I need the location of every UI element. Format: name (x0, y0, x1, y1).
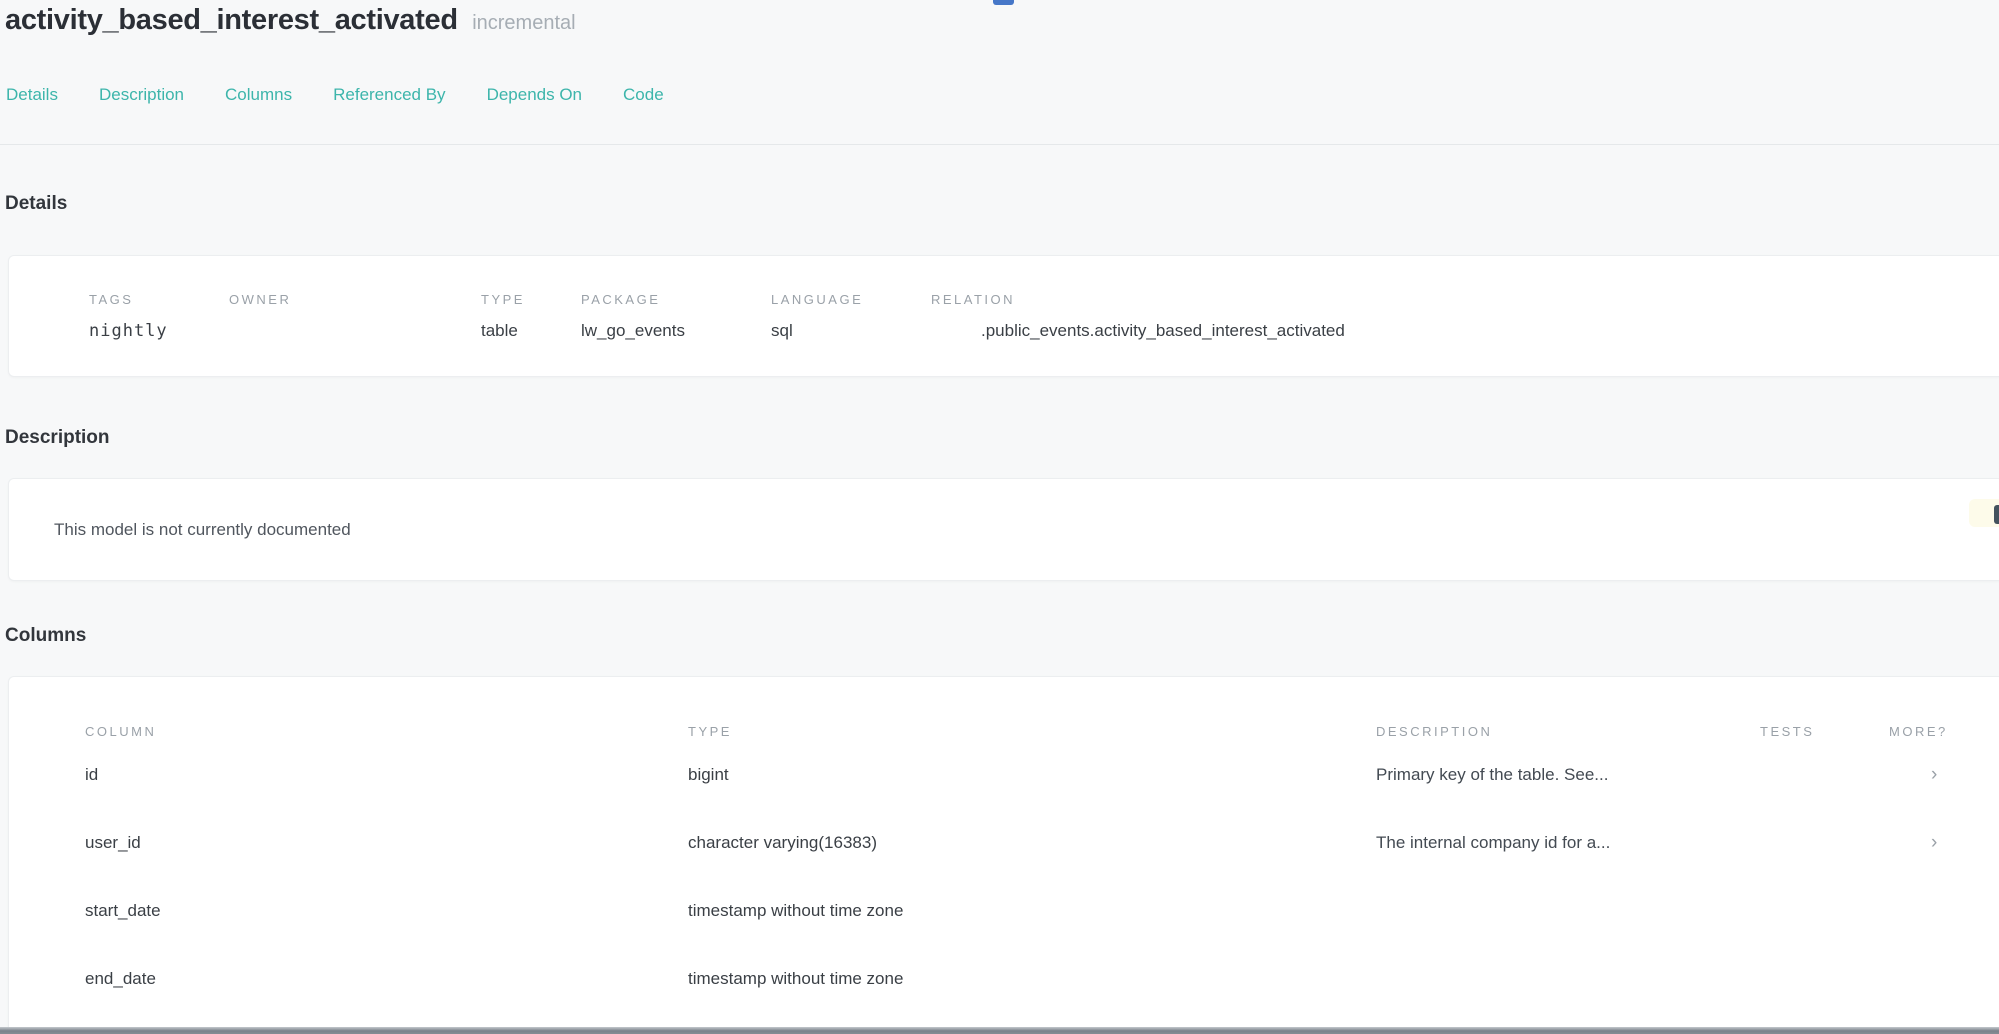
field-relation-value: .public_events.activity_based_interest_a… (931, 321, 1345, 341)
field-tags: TAGS nightly (89, 292, 229, 341)
details-section-heading: Details (5, 193, 67, 215)
column-header-type: TYPE (688, 724, 1376, 739)
top-edge-clipped-link-fragment (993, 0, 1014, 5)
cell-column-name: id (85, 765, 688, 785)
columns-card: COLUMN TYPE DESCRIPTION TESTS MORE? id b… (8, 676, 1999, 1034)
cell-column-name: end_date (85, 969, 688, 989)
header-divider (0, 144, 1999, 145)
expand-row-chevron-icon[interactable]: › (1889, 764, 1999, 786)
column-header-description: DESCRIPTION (1376, 724, 1760, 739)
field-language-value: sql (771, 321, 931, 341)
field-package-label: PACKAGE (581, 292, 771, 307)
details-card: TAGS nightly OWNER TYPE table PACKAGE lw… (8, 255, 1999, 377)
columns-section-heading: Columns (5, 625, 86, 647)
page-title-row: activity_based_interest_activated increm… (5, 4, 576, 37)
tab-description[interactable]: Description (99, 85, 184, 105)
column-header-more: MORE? (1889, 724, 1999, 739)
field-language-label: LANGUAGE (771, 292, 931, 307)
expand-row-chevron-icon[interactable]: › (1889, 832, 1999, 854)
right-edge-clipped-button-fragment[interactable] (1994, 505, 1999, 524)
field-language: LANGUAGE sql (771, 292, 931, 341)
field-package-value: lw_go_events (581, 321, 771, 341)
field-owner: OWNER (229, 292, 481, 321)
tab-depends-on[interactable]: Depends On (487, 85, 582, 105)
cell-column-type: timestamp without time zone (688, 969, 1376, 989)
field-tags-label: TAGS (89, 292, 229, 307)
field-relation: RELATION .public_events.activity_based_i… (931, 292, 1345, 341)
description-card: This model is not currently documented (8, 478, 1999, 581)
field-type-label: TYPE (481, 292, 581, 307)
model-docs-page: activity_based_interest_activated increm… (0, 0, 1999, 1034)
cell-column-description: Primary key of the table. See... (1376, 765, 1760, 785)
tab-referenced-by[interactable]: Referenced By (333, 85, 445, 105)
tag-nightly[interactable]: nightly (89, 321, 229, 341)
cell-column-type: bigint (688, 765, 1376, 785)
tab-columns[interactable]: Columns (225, 85, 292, 105)
cell-column-name: start_date (85, 901, 688, 921)
bottom-window-edge (0, 1027, 1999, 1034)
field-owner-label: OWNER (229, 292, 481, 307)
columns-table-header: COLUMN TYPE DESCRIPTION TESTS MORE? (9, 721, 1999, 741)
column-header-tests: TESTS (1760, 724, 1889, 739)
field-relation-label: RELATION (931, 292, 1345, 307)
field-type: TYPE table (481, 292, 581, 341)
table-row[interactable]: user_id character varying(16383) The int… (9, 809, 1999, 877)
table-row[interactable]: start_date timestamp without time zone (9, 877, 1999, 945)
cell-column-name: user_id (85, 833, 688, 853)
tab-details[interactable]: Details (6, 85, 58, 105)
page-title: activity_based_interest_activated (5, 4, 458, 36)
field-package: PACKAGE lw_go_events (581, 292, 771, 341)
details-fields: TAGS nightly OWNER TYPE table PACKAGE lw… (89, 292, 1999, 341)
description-section-heading: Description (5, 427, 110, 449)
cell-column-description: The internal company id for a... (1376, 833, 1760, 853)
cell-column-type: timestamp without time zone (688, 901, 1376, 921)
materialization-badge: incremental (472, 12, 575, 34)
cell-column-type: character varying(16383) (688, 833, 1376, 853)
column-header-column: COLUMN (85, 724, 688, 739)
field-type-value: table (481, 321, 581, 341)
tab-bar: Details Description Columns Referenced B… (6, 85, 664, 105)
description-text: This model is not currently documented (9, 520, 351, 540)
table-row[interactable]: end_date timestamp without time zone (9, 945, 1999, 1013)
tab-code[interactable]: Code (623, 85, 664, 105)
table-row[interactable]: id bigint Primary key of the table. See.… (9, 741, 1999, 809)
